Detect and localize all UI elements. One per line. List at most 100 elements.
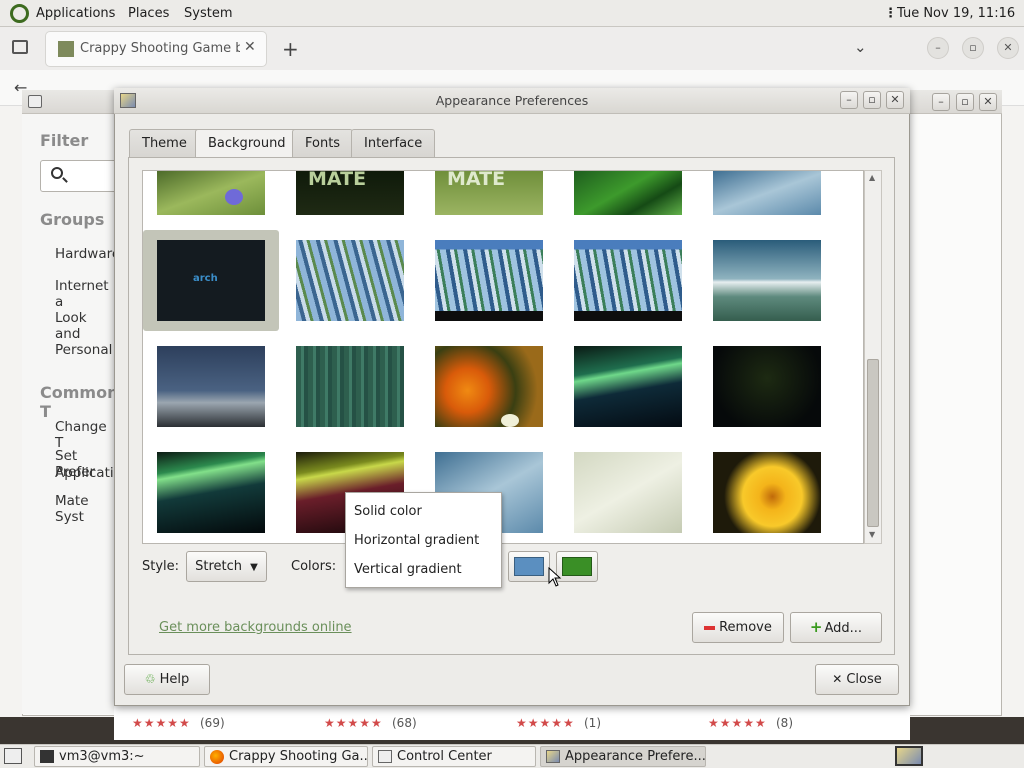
dialog-close-icon[interactable]: ✕: [886, 91, 904, 109]
control-center-app-icon: [28, 95, 42, 108]
wallpaper-thumb[interactable]: [713, 171, 821, 215]
browser-minimize-icon[interactable]: –: [927, 37, 949, 59]
dandelion-shape: [501, 414, 519, 427]
tab-title: Crappy Shooting Game by n: [80, 41, 240, 56]
cc-sidebar: Filter Groups Hardware Internet a Look a…: [22, 114, 122, 714]
wallpaper-thumb[interactable]: [435, 240, 543, 321]
color-shading-menu: Solid color Horizontal gradient Vertical…: [345, 492, 502, 588]
tab-interface[interactable]: Interface: [351, 129, 436, 158]
taskbar-item-appearance[interactable]: Appearance Prefere...: [540, 746, 706, 767]
style-combo[interactable]: Stretch ▼: [186, 551, 267, 582]
grid-scrollbar[interactable]: ▲ ▼: [864, 170, 882, 544]
firefox-icon: [210, 750, 224, 764]
menu-item-vertical-gradient[interactable]: Vertical gradient: [354, 562, 462, 577]
taskbar-label: Control Center: [397, 749, 492, 764]
help-button[interactable]: ♲ Help: [124, 664, 210, 695]
wallpaper-thumb[interactable]: MATE: [296, 168, 404, 215]
more-backgrounds-link[interactable]: Get more backgrounds online: [159, 620, 352, 635]
scroll-up-icon[interactable]: ▲: [869, 173, 875, 182]
add-button[interactable]: + Add...: [790, 612, 882, 643]
task-mate-system[interactable]: Mate Syst: [55, 493, 114, 525]
cc-close-icon[interactable]: ✕: [979, 93, 997, 111]
browser-maximize-icon[interactable]: ▫: [962, 37, 984, 59]
taskbar-label: vm3@vm3:~: [59, 749, 145, 764]
filter-search-field[interactable]: [40, 160, 120, 192]
browser-tab[interactable]: Crappy Shooting Game by n ✕: [46, 32, 266, 66]
scroll-down-icon[interactable]: ▼: [869, 530, 875, 539]
wallpaper-thumb-selected[interactable]: arch: [157, 240, 265, 321]
remove-button[interactable]: Remove: [692, 612, 784, 643]
remove-icon: [704, 625, 716, 630]
style-combo-value: Stretch: [195, 559, 243, 574]
taskbar-item-terminal[interactable]: vm3@vm3:~: [34, 746, 200, 767]
help-icon: ♲: [144, 672, 156, 686]
dialog-maximize-icon[interactable]: ▫: [863, 91, 881, 109]
tab-close-icon[interactable]: ✕: [244, 39, 256, 55]
taskbar-item-browser[interactable]: Crappy Shooting Ga...: [204, 746, 368, 767]
workspace-switcher-icon[interactable]: [895, 746, 923, 766]
clock[interactable]: Tue Nov 19, 11:16 AM: [897, 0, 1024, 48]
search-icon-handle: [62, 177, 68, 183]
wallpaper-thumb[interactable]: MATE: [435, 168, 543, 215]
wallpaper-thumb[interactable]: [296, 346, 404, 427]
menu-item-solid-color[interactable]: Solid color: [354, 504, 422, 519]
common-tasks-heading: Common T: [40, 383, 119, 421]
system-menu[interactable]: System: [184, 0, 232, 27]
wallpaper-thumb[interactable]: [574, 346, 682, 427]
tab-background[interactable]: Background: [195, 129, 299, 159]
new-tab-icon[interactable]: +: [282, 37, 299, 61]
rating-count: (1): [584, 716, 601, 730]
dialog-minimize-icon[interactable]: –: [840, 91, 858, 109]
menu-item-horizontal-gradient[interactable]: Horizontal gradient: [354, 533, 479, 548]
tab-list-chevron-icon[interactable]: ⌄: [854, 38, 867, 56]
combo-arrow-icon: ▼: [250, 562, 258, 573]
dialog-titlebar[interactable]: Appearance Preferences – ▫ ✕: [114, 88, 910, 114]
close-icon: ✕: [832, 672, 843, 686]
flower-shape: [225, 189, 243, 205]
taskbar-item-control-center[interactable]: Control Center: [372, 746, 536, 767]
mate-logo-icon[interactable]: [10, 4, 29, 23]
rating-count: (69): [200, 716, 225, 730]
places-menu[interactable]: Places: [128, 0, 169, 27]
tab-fonts[interactable]: Fonts: [292, 129, 354, 158]
wallpaper-thumb[interactable]: [713, 346, 821, 427]
wallpaper-thumb[interactable]: [713, 452, 821, 533]
browser-close-icon[interactable]: ✕: [997, 37, 1019, 59]
group-hardware[interactable]: Hardware: [55, 246, 120, 262]
wallpaper-thumb[interactable]: [574, 171, 682, 215]
cc-maximize-icon[interactable]: ▫: [956, 93, 974, 111]
wallpaper-thumb[interactable]: [435, 346, 543, 427]
wallpaper-thumb[interactable]: [157, 171, 265, 215]
wallpaper-thumb[interactable]: [157, 452, 265, 533]
show-desktop-icon[interactable]: [4, 748, 22, 764]
style-label: Style:: [142, 559, 180, 574]
add-icon: +: [809, 618, 823, 636]
add-button-label: Add...: [824, 621, 863, 636]
tab-theme[interactable]: Theme: [129, 129, 200, 158]
close-button-label: Close: [846, 672, 882, 687]
secondary-color-button[interactable]: [556, 551, 598, 582]
group-personal[interactable]: Personal: [55, 342, 112, 358]
terminal-icon: [40, 750, 54, 763]
wallpaper-thumb[interactable]: [713, 240, 821, 321]
thumb-bar: [435, 311, 543, 321]
cc-minimize-icon[interactable]: –: [932, 93, 950, 111]
group-look-and-feel[interactable]: Look and: [55, 310, 114, 342]
wallpaper-thumb[interactable]: [574, 452, 682, 533]
appearance-icon: [546, 750, 560, 763]
scrollbar-thumb[interactable]: [867, 359, 879, 527]
wallpaper-thumb[interactable]: [574, 240, 682, 321]
task-set-preferred-2[interactable]: Applicatio: [55, 465, 122, 481]
group-internet[interactable]: Internet a: [55, 278, 114, 310]
tab-overview-icon[interactable]: [12, 40, 28, 54]
wallpaper-thumb[interactable]: [157, 346, 265, 427]
wallpaper-thumb[interactable]: [296, 240, 404, 321]
close-button[interactable]: ✕ Close: [815, 664, 899, 695]
taskbar-label: Crappy Shooting Ga...: [229, 749, 368, 764]
task-change-theme[interactable]: Change T: [55, 419, 114, 451]
rating-stars: ★★★★★: [516, 716, 575, 730]
primary-color-button[interactable]: [508, 551, 550, 582]
applications-menu[interactable]: Applications: [36, 0, 115, 27]
rating-stars: ★★★★★: [132, 716, 191, 730]
primary-color-swatch: [514, 557, 544, 576]
